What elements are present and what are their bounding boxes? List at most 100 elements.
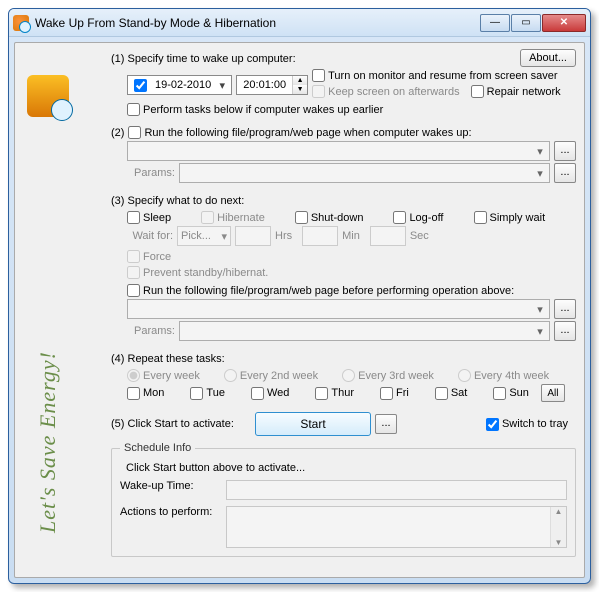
client-area: About... Let's Save Energy! (1) Specify …	[14, 42, 585, 578]
shutdown-label: Shut-down	[311, 212, 364, 224]
schedule-hint: Click Start button above to activate...	[126, 462, 567, 474]
section1-heading: (1) Specify time to wake up computer:	[111, 53, 576, 65]
date-picker[interactable]: 19-02-2010 ▾	[127, 75, 232, 95]
switch-tray-checkbox[interactable]	[486, 418, 499, 431]
mon-label: Mon	[143, 387, 164, 399]
repair-network-checkbox[interactable]	[471, 85, 484, 98]
app-icon	[27, 75, 69, 117]
scroll-down-icon[interactable]: ▼	[555, 538, 563, 547]
mon-checkbox[interactable]	[127, 387, 140, 400]
fri-checkbox[interactable]	[380, 387, 393, 400]
spin-down-icon[interactable]: ▼	[293, 85, 307, 94]
every-2nd-radio	[224, 369, 237, 382]
section2-num: (2)	[111, 127, 124, 139]
simply-wait-checkbox[interactable]	[474, 211, 487, 224]
wait-pick-combo[interactable]: Pick...▾	[177, 226, 231, 246]
sat-label: Sat	[451, 387, 468, 399]
simply-wait-label: Simply wait	[490, 212, 546, 224]
chevron-down-icon[interactable]: ▾	[533, 145, 547, 158]
sleep-checkbox[interactable]	[127, 211, 140, 224]
hrs-label: Hrs	[275, 230, 292, 242]
chevron-down-icon[interactable]: ▾	[221, 230, 227, 243]
min-input[interactable]	[302, 226, 338, 246]
keep-screen-label: Keep screen on afterwards	[328, 86, 459, 98]
thur-label: Thur	[331, 387, 354, 399]
run-file-combo[interactable]: ▾	[127, 141, 550, 161]
all-days-button[interactable]: All	[541, 384, 565, 402]
fri-label: Fri	[396, 387, 409, 399]
shutdown-checkbox[interactable]	[295, 211, 308, 224]
date-value: 19-02-2010	[151, 79, 215, 91]
sun-checkbox[interactable]	[493, 387, 506, 400]
hrs-input[interactable]	[235, 226, 271, 246]
monitor-checkbox[interactable]	[312, 69, 325, 82]
every-4th-label: Every 4th week	[474, 370, 549, 382]
spin-up-icon[interactable]: ▲	[293, 76, 307, 85]
date-enable-checkbox[interactable]	[134, 79, 147, 92]
titlebar[interactable]: Wake Up From Stand-by Mode & Hibernation…	[9, 9, 590, 37]
date-dropdown-icon[interactable]: ▾	[215, 79, 229, 92]
params-label-1: Params:	[127, 167, 175, 179]
chevron-down-icon[interactable]: ▾	[533, 167, 547, 180]
sec-input[interactable]	[370, 226, 406, 246]
wed-checkbox[interactable]	[251, 387, 264, 400]
every-week-radio	[127, 369, 140, 382]
earlier-label: Perform tasks below if computer wakes up…	[143, 104, 383, 116]
run-before-label: Run the following file/program/web page …	[143, 285, 514, 297]
time-spinner[interactable]: ▲▼	[292, 76, 307, 94]
tue-label: Tue	[206, 387, 225, 399]
scroll-up-icon[interactable]: ▲	[555, 507, 563, 516]
params-label-2: Params:	[127, 325, 175, 337]
chevron-down-icon[interactable]: ▾	[533, 303, 547, 316]
prevent-label: Prevent standby/hibernat.	[143, 267, 268, 279]
tue-checkbox[interactable]	[190, 387, 203, 400]
every-4th-radio	[458, 369, 471, 382]
keep-screen-checkbox	[312, 85, 325, 98]
slogan-text: Let's Save Energy!	[35, 351, 61, 533]
minimize-button[interactable]: —	[480, 14, 510, 32]
start-button[interactable]: Start	[255, 412, 371, 436]
sat-checkbox[interactable]	[435, 387, 448, 400]
close-button[interactable]: ✕	[542, 14, 586, 32]
every-2nd-label: Every 2nd week	[240, 370, 318, 382]
params-browse-2[interactable]: ...	[554, 321, 576, 341]
run-before-combo[interactable]: ▾	[127, 299, 550, 319]
actions-scrollbar[interactable]: ▲▼	[550, 507, 566, 547]
wakeup-time-display	[226, 480, 567, 500]
every-3rd-label: Every 3rd week	[358, 370, 434, 382]
sec-label: Sec	[410, 230, 429, 242]
section2-heading: Run the following file/program/web page …	[144, 127, 471, 139]
params-combo-2[interactable]: ▾	[179, 321, 550, 341]
app-small-icon	[13, 15, 29, 31]
section3-heading: (3) Specify what to do next:	[111, 195, 576, 207]
min-label: Min	[342, 230, 360, 242]
wakeup-time-label: Wake-up Time:	[120, 480, 220, 492]
wed-label: Wed	[267, 387, 289, 399]
thur-checkbox[interactable]	[315, 387, 328, 400]
wait-for-label: Wait for:	[127, 230, 173, 242]
window-title: Wake Up From Stand-by Mode & Hibernation	[35, 16, 480, 30]
schedule-legend: Schedule Info	[120, 442, 195, 454]
about-button[interactable]: About...	[520, 49, 576, 67]
maximize-button[interactable]: ▭	[511, 14, 541, 32]
browse-before-button[interactable]: ...	[554, 299, 576, 319]
hibernate-label: Hibernate	[217, 212, 265, 224]
section5-heading: (5) Click Start to activate:	[111, 418, 251, 430]
params-browse-1[interactable]: ...	[554, 163, 576, 183]
chevron-down-icon[interactable]: ▾	[533, 325, 547, 338]
logoff-label: Log-off	[409, 212, 443, 224]
browse-file-button[interactable]: ...	[554, 141, 576, 161]
start-options-button[interactable]: ...	[375, 414, 397, 434]
section4-heading: (4) Repeat these tasks:	[111, 353, 576, 365]
params-combo-1[interactable]: ▾	[179, 163, 550, 183]
every-3rd-radio	[342, 369, 355, 382]
force-label: Force	[143, 251, 171, 263]
earlier-checkbox[interactable]	[127, 103, 140, 116]
app-window: Wake Up From Stand-by Mode & Hibernation…	[8, 8, 591, 584]
sun-label: Sun	[509, 387, 529, 399]
logoff-checkbox[interactable]	[393, 211, 406, 224]
run-before-checkbox[interactable]	[127, 284, 140, 297]
time-value: 20:01:00	[237, 79, 292, 91]
time-picker[interactable]: 20:01:00 ▲▼	[236, 75, 308, 95]
run-on-wake-checkbox[interactable]	[128, 126, 141, 139]
